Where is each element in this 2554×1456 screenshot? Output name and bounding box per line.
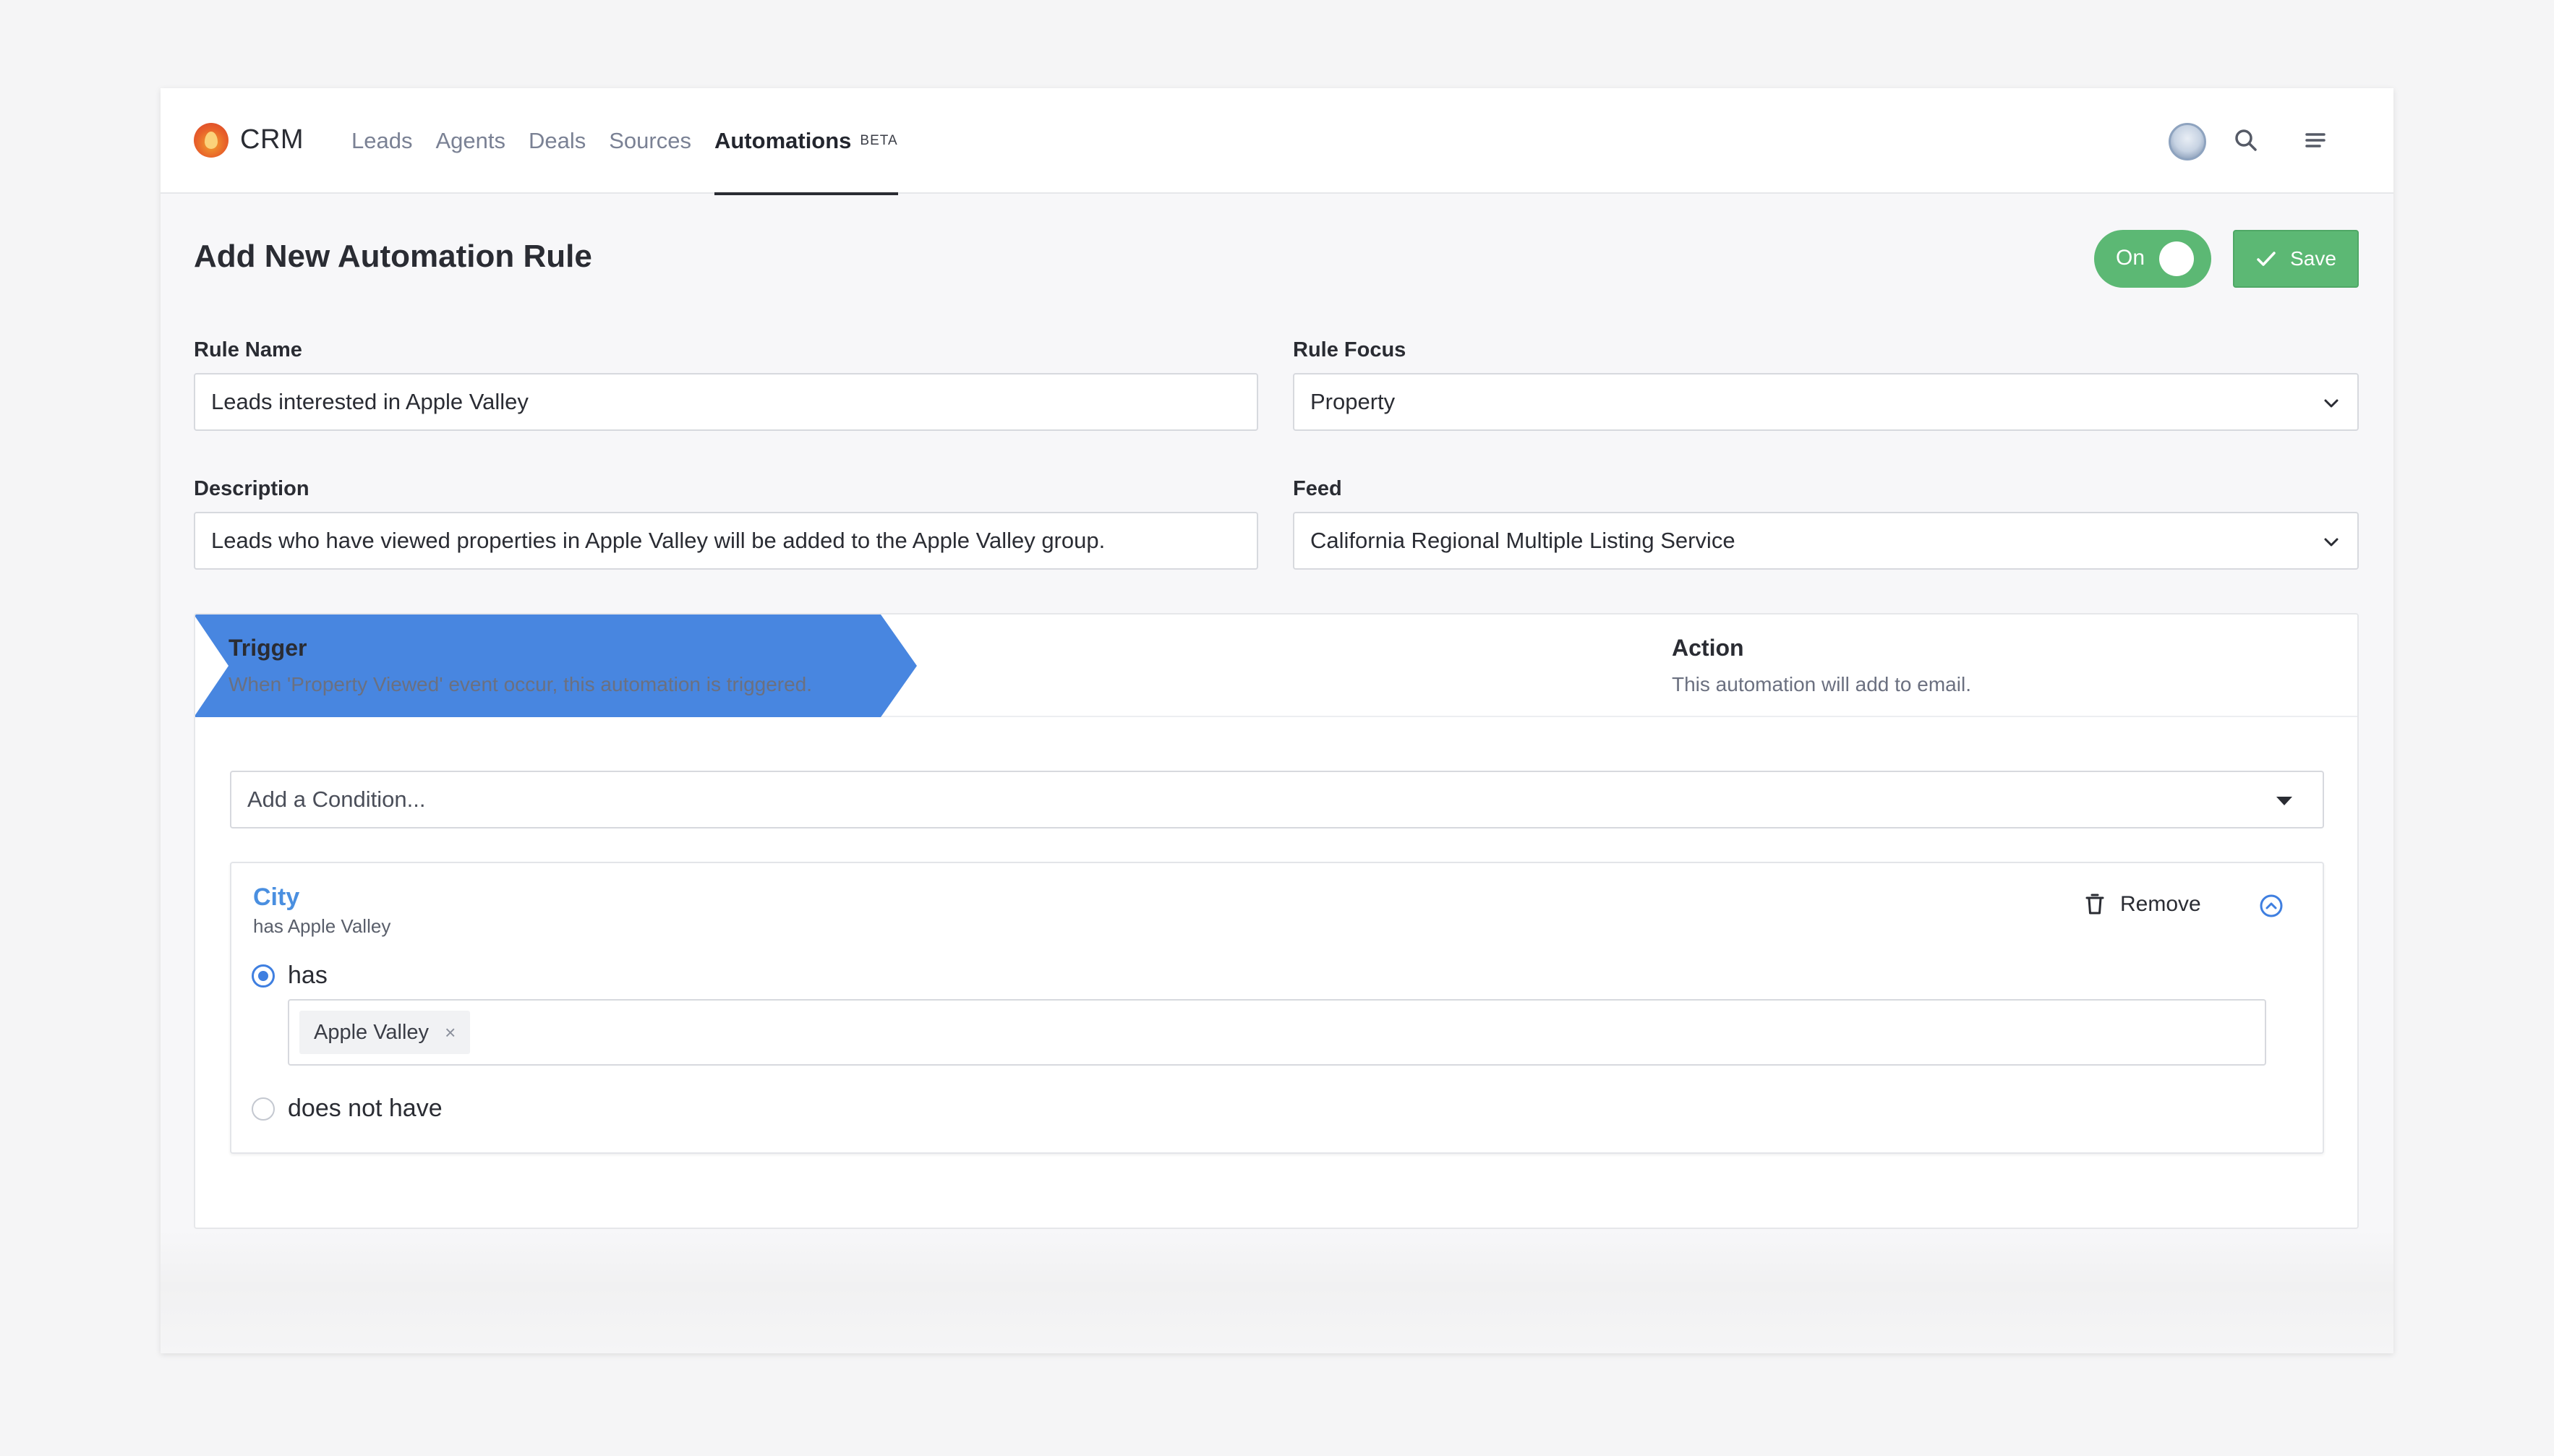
- step-action[interactable]: Action This automation will add to email…: [1672, 635, 1971, 696]
- rule-focus-select[interactable]: Property: [1293, 373, 2359, 431]
- top-nav: CRM Leads Agents Deals Sources Automatio…: [161, 88, 2393, 195]
- rule-focus-label: Rule Focus: [1293, 338, 1406, 361]
- condition-title: City: [253, 883, 300, 911]
- radio-has-label[interactable]: has: [288, 962, 328, 990]
- search-icon[interactable]: [2231, 126, 2260, 155]
- rule-name-value: Leads interested in Apple Valley: [211, 389, 529, 414]
- add-condition-placeholder: Add a Condition...: [247, 787, 426, 812]
- nav-link-sources[interactable]: Sources: [597, 88, 703, 194]
- remove-tag-icon[interactable]: ×: [445, 1022, 456, 1044]
- app-window: CRM Leads Agents Deals Sources Automatio…: [161, 88, 2393, 1353]
- chevron-up-circle-icon[interactable]: [2259, 894, 2284, 918]
- beta-badge: BETA: [860, 133, 898, 148]
- nav-link-deals[interactable]: Deals: [517, 88, 597, 194]
- page-title: Add New Automation Rule: [194, 239, 592, 274]
- add-condition-dropdown[interactable]: Add a Condition...: [230, 771, 2324, 828]
- description-label: Description: [194, 477, 309, 500]
- nav-link-leads[interactable]: Leads: [340, 88, 424, 194]
- rule-enabled-toggle[interactable]: On: [2094, 230, 2211, 288]
- condition-card: City has Apple Valley Remove has Apple V…: [230, 862, 2324, 1154]
- menu-icon[interactable]: [2301, 126, 2330, 155]
- rule-focus-value: Property: [1310, 389, 1396, 414]
- rule-name-label: Rule Name: [194, 338, 302, 361]
- step-condition-title: Condition: [950, 635, 1059, 661]
- brand-name[interactable]: CRM: [240, 124, 304, 155]
- value-tag-label: Apple Valley: [314, 1020, 430, 1044]
- flame-logo-icon[interactable]: [194, 123, 229, 158]
- condition-summary: has Apple Valley: [253, 915, 391, 937]
- rule-steps-panel: Trigger When 'Property Viewed' event occ…: [194, 613, 2359, 1229]
- remove-condition-label: Remove: [2120, 892, 2201, 916]
- step-condition-desc: If the condition 'City' is met, this aut…: [950, 673, 1452, 695]
- user-avatar[interactable]: [2169, 123, 2206, 160]
- bottom-fade: [161, 1230, 2393, 1353]
- toggle-label: On: [2116, 246, 2145, 270]
- trash-icon: [2085, 894, 2104, 915]
- save-button[interactable]: Save: [2233, 230, 2359, 288]
- nav-link-automations[interactable]: Automations BETA: [703, 88, 910, 195]
- chevron-down-icon: [2324, 399, 2339, 408]
- save-button-label: Save: [2290, 247, 2336, 270]
- radio-does-not-have-label[interactable]: does not have: [288, 1095, 443, 1123]
- feed-select[interactable]: California Regional Multiple Listing Ser…: [1293, 512, 2359, 570]
- toggle-knob: [2159, 241, 2194, 276]
- radio-does-not-have[interactable]: [252, 1097, 275, 1121]
- nav-link-agents[interactable]: Agents: [424, 88, 517, 194]
- step-action-title: Action: [1672, 635, 1744, 661]
- value-tag: Apple Valley ×: [299, 1011, 471, 1054]
- feed-value: California Regional Multiple Listing Ser…: [1310, 528, 1735, 553]
- checkmark-icon: [2257, 252, 2276, 266]
- step-trigger[interactable]: Trigger When 'Property Viewed' event occ…: [229, 635, 812, 696]
- rule-name-input[interactable]: Leads interested in Apple Valley: [194, 373, 1258, 431]
- chevron-down-icon: [2324, 538, 2339, 547]
- step-trigger-title: Trigger: [229, 635, 307, 661]
- step-action-desc: This automation will add to email.: [1672, 673, 1971, 695]
- remove-condition-button[interactable]: Remove: [2085, 892, 2201, 917]
- description-value: Leads who have viewed properties in Appl…: [211, 528, 1106, 553]
- step-condition[interactable]: Condition If the condition 'City' is met…: [950, 635, 1452, 696]
- step-tabs: Trigger When 'Property Viewed' event occ…: [195, 614, 2357, 717]
- step-trigger-desc: When 'Property Viewed' event occur, this…: [229, 673, 813, 695]
- city-values-input[interactable]: Apple Valley ×: [288, 999, 2266, 1066]
- description-input[interactable]: Leads who have viewed properties in Appl…: [194, 512, 1258, 570]
- feed-label: Feed: [1293, 477, 1342, 500]
- nav-links: Leads Agents Deals Sources Automations B…: [340, 88, 910, 195]
- nav-link-automations-label: Automations: [714, 128, 852, 153]
- caret-down-icon: [2276, 797, 2292, 805]
- radio-has[interactable]: [252, 964, 275, 988]
